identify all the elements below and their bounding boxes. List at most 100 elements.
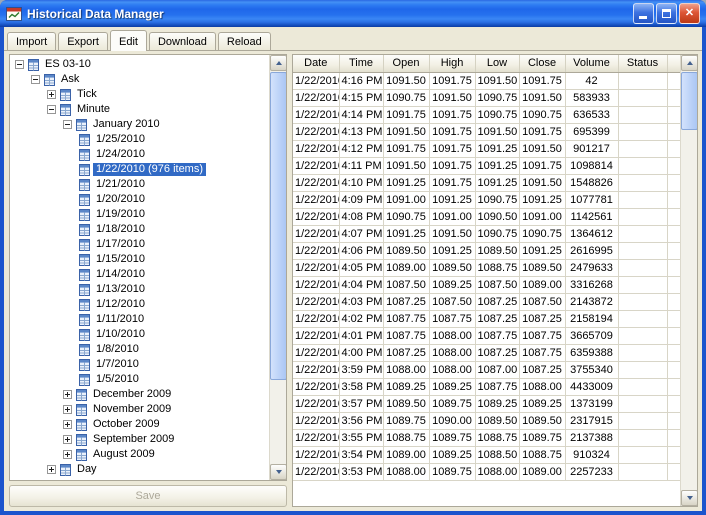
grid-cell[interactable]: 4:09 PM — [339, 191, 384, 209]
collapse-icon[interactable] — [63, 120, 72, 129]
grid-row[interactable]: 1/22/20104:07 PM1091.251091.501090.75109… — [293, 225, 680, 243]
tree-item[interactable]: 1/14/2010 — [10, 267, 269, 282]
grid-cell[interactable]: 1088.75 — [383, 429, 430, 447]
grid-cell[interactable]: 1090.75 — [383, 208, 430, 226]
grid-cell[interactable]: 1/22/2010 — [293, 276, 340, 294]
grid-cell[interactable]: 1091.75 — [429, 72, 476, 90]
tree-item[interactable]: 1/22/2010 (976 items) — [10, 162, 269, 177]
tree-item[interactable]: 1/15/2010 — [10, 252, 269, 267]
grid-cell[interactable]: 1089.00 — [383, 446, 430, 464]
grid-cell[interactable]: 1/22/2010 — [293, 429, 340, 447]
grid-cell[interactable]: 4:03 PM — [339, 293, 384, 311]
grid-cell[interactable] — [618, 327, 668, 345]
grid-cell[interactable]: 42 — [565, 72, 619, 90]
grid-cell[interactable]: 1373199 — [565, 395, 619, 413]
grid-cell[interactable]: 4:04 PM — [339, 276, 384, 294]
grid-cell[interactable]: 1091.75 — [429, 123, 476, 141]
grid-cell[interactable]: 1088.00 — [383, 361, 430, 379]
grid-cell[interactable]: 1/22/2010 — [293, 344, 340, 362]
grid-cell[interactable]: 1089.00 — [383, 259, 430, 277]
grid-cell[interactable]: 1/22/2010 — [293, 378, 340, 396]
grid-cell[interactable] — [618, 191, 668, 209]
grid-cell[interactable]: 4:11 PM — [339, 157, 384, 175]
grid-cell[interactable]: 1091.75 — [383, 106, 430, 124]
grid-cell[interactable]: 3:55 PM — [339, 429, 384, 447]
tree-scrollbar[interactable] — [269, 55, 286, 480]
grid-row[interactable]: 1/22/20104:12 PM1091.751091.751091.25109… — [293, 140, 680, 158]
grid-cell[interactable]: 3:54 PM — [339, 446, 384, 464]
grid-cell[interactable]: 901217 — [565, 140, 619, 158]
grid-cell[interactable]: 1077781 — [565, 191, 619, 209]
grid-scrollbar[interactable] — [680, 55, 697, 506]
grid-cell[interactable]: 1/22/2010 — [293, 72, 340, 90]
grid-row[interactable]: 1/22/20104:06 PM1089.501091.251089.50109… — [293, 242, 680, 260]
grid-cell[interactable]: 1/22/2010 — [293, 123, 340, 141]
grid-cell[interactable]: 1089.50 — [519, 259, 566, 277]
grid-cell[interactable]: 583933 — [565, 89, 619, 107]
grid-cell[interactable]: 1089.50 — [383, 395, 430, 413]
grid-row[interactable]: 1/22/20103:58 PM1089.251089.251087.75108… — [293, 378, 680, 396]
tree-item[interactable]: 1/10/2010 — [10, 327, 269, 342]
grid-cell[interactable]: 1088.75 — [475, 429, 520, 447]
grid-cell[interactable]: 3:57 PM — [339, 395, 384, 413]
grid-cell[interactable]: 1/22/2010 — [293, 412, 340, 430]
grid-cell[interactable]: 1091.00 — [383, 191, 430, 209]
grid-row[interactable]: 1/22/20103:55 PM1088.751089.751088.75108… — [293, 429, 680, 447]
grid-cell[interactable]: 1090.75 — [475, 225, 520, 243]
grid-row[interactable]: 1/22/20103:56 PM1089.751090.001089.50108… — [293, 412, 680, 430]
grid-row[interactable]: 1/22/20103:57 PM1089.501089.751089.25108… — [293, 395, 680, 413]
grid-cell[interactable] — [618, 259, 668, 277]
grid-row[interactable]: 1/22/20104:11 PM1091.501091.751091.25109… — [293, 157, 680, 175]
grid-cell[interactable]: 1091.75 — [429, 140, 476, 158]
close-button[interactable]: ✕ — [679, 3, 700, 24]
tree-item[interactable]: September 2009 — [10, 432, 269, 447]
grid-cell[interactable] — [618, 429, 668, 447]
tree-item[interactable]: December 2009 — [10, 387, 269, 402]
grid-cell[interactable]: 636533 — [565, 106, 619, 124]
tree-item[interactable]: Tick — [10, 87, 269, 102]
grid-cell[interactable]: 1087.25 — [383, 344, 430, 362]
grid-row[interactable]: 1/22/20104:03 PM1087.251087.501087.25108… — [293, 293, 680, 311]
grid-cell[interactable]: 1/22/2010 — [293, 89, 340, 107]
expand-icon[interactable] — [63, 450, 72, 459]
grid-cell[interactable]: 1098814 — [565, 157, 619, 175]
grid-cell[interactable]: 1089.25 — [429, 378, 476, 396]
grid-cell[interactable]: 1089.50 — [383, 242, 430, 260]
grid-cell[interactable]: 1087.25 — [519, 361, 566, 379]
grid-cell[interactable]: 1090.75 — [475, 106, 520, 124]
grid-cell[interactable]: 1087.50 — [475, 276, 520, 294]
grid-cell[interactable]: 4:12 PM — [339, 140, 384, 158]
tree-item[interactable]: 1/5/2010 — [10, 372, 269, 387]
grid-cell[interactable]: 1089.75 — [429, 395, 476, 413]
grid-cell[interactable]: 1087.75 — [383, 327, 430, 345]
grid-cell[interactable]: 1090.75 — [519, 106, 566, 124]
grid-cell[interactable]: 1091.25 — [475, 140, 520, 158]
grid-cell[interactable] — [618, 89, 668, 107]
grid-cell[interactable]: 1087.75 — [475, 378, 520, 396]
collapse-icon[interactable] — [15, 60, 24, 69]
grid-cell[interactable]: 1091.50 — [519, 140, 566, 158]
grid-cell[interactable] — [618, 276, 668, 294]
tree-scroll-thumb[interactable] — [270, 72, 286, 380]
grid-cell[interactable]: 1/22/2010 — [293, 361, 340, 379]
grid-cell[interactable]: 4:07 PM — [339, 225, 384, 243]
tree-item[interactable]: 1/21/2010 — [10, 177, 269, 192]
column-header-volume[interactable]: Volume — [565, 55, 619, 73]
grid-row[interactable]: 1/22/20103:54 PM1089.001089.251088.50108… — [293, 446, 680, 464]
grid-cell[interactable]: 1089.75 — [519, 429, 566, 447]
tree-item[interactable]: 1/18/2010 — [10, 222, 269, 237]
grid-row[interactable]: 1/22/20103:59 PM1088.001088.001087.00108… — [293, 361, 680, 379]
grid-cell[interactable]: 1089.00 — [519, 463, 566, 481]
grid-cell[interactable]: 1088.00 — [429, 361, 476, 379]
expand-icon[interactable] — [47, 90, 56, 99]
grid-row[interactable]: 1/22/20104:09 PM1091.001091.251090.75109… — [293, 191, 680, 209]
tree-item[interactable]: 1/20/2010 — [10, 192, 269, 207]
grid-cell[interactable]: 1/22/2010 — [293, 463, 340, 481]
grid-cell[interactable]: 1091.50 — [519, 89, 566, 107]
column-header-date[interactable]: Date — [293, 55, 340, 73]
grid-cell[interactable]: 1090.75 — [475, 191, 520, 209]
grid-cell[interactable]: 4:02 PM — [339, 310, 384, 328]
grid-cell[interactable]: 1090.75 — [519, 225, 566, 243]
grid-row[interactable]: 1/22/20104:13 PM1091.501091.751091.50109… — [293, 123, 680, 141]
grid-cell[interactable]: 1142561 — [565, 208, 619, 226]
